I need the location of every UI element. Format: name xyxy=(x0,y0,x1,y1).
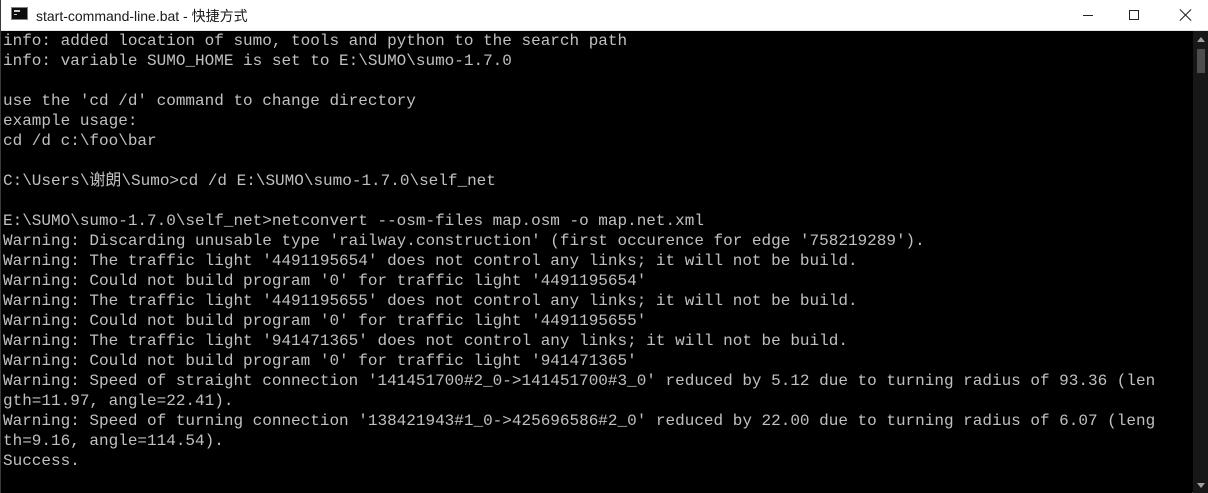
console-line: th=9.16, angle=114.54). xyxy=(3,432,224,450)
console-line: Warning: The traffic light '4491195655' … xyxy=(3,292,858,310)
console-window: start-command-line.bat - 快捷方式 info: adde… xyxy=(0,0,1208,493)
console-line: gth=11.97, angle=22.41). xyxy=(3,392,234,410)
console-line: Warning: Speed of straight connection '1… xyxy=(3,372,1156,390)
close-icon xyxy=(1179,8,1193,22)
arrow-up-icon xyxy=(1197,36,1205,42)
console-line: Success. xyxy=(3,452,80,470)
console-line: cd /d c:\foo\bar xyxy=(3,132,157,150)
scroll-up-button[interactable] xyxy=(1193,31,1208,47)
maximize-button[interactable] xyxy=(1111,0,1157,30)
console-line: use the 'cd /d' command to change direct… xyxy=(3,92,416,110)
console-line: Warning: Could not build program '0' for… xyxy=(3,312,647,330)
minimize-icon xyxy=(1083,14,1093,16)
console-line: Warning: Speed of turning connection '13… xyxy=(3,412,1156,430)
scroll-down-button[interactable] xyxy=(1193,477,1208,493)
console-line: info: variable SUMO_HOME is set to E:\SU… xyxy=(3,52,512,70)
console-line: Warning: Could not build program '0' for… xyxy=(3,352,637,370)
console-line: info: added location of sumo, tools and … xyxy=(3,32,628,50)
console-app-icon[interactable] xyxy=(11,7,28,20)
prompt-glyph xyxy=(14,10,20,12)
vertical-scrollbar[interactable] xyxy=(1193,31,1208,493)
console-output[interactable]: info: added location of sumo, tools and … xyxy=(1,31,1192,493)
close-button[interactable] xyxy=(1163,0,1208,30)
window-title: start-command-line.bat - 快捷方式 xyxy=(36,8,248,24)
console-line: Warning: Could not build program '0' for… xyxy=(3,272,647,290)
title-bar[interactable]: start-command-line.bat - 快捷方式 xyxy=(1,0,1208,31)
console-line: Warning: The traffic light '941471365' d… xyxy=(3,332,848,350)
arrow-down-icon xyxy=(1197,482,1205,488)
console-line: Warning: The traffic light '4491195654' … xyxy=(3,252,858,270)
maximize-icon xyxy=(1129,10,1139,20)
minimize-button[interactable] xyxy=(1065,0,1111,30)
console-line: example usage: xyxy=(3,112,138,130)
console-line: E:\SUMO\sumo-1.7.0\self_net>netconvert -… xyxy=(3,212,704,230)
console-line: C:\Users\谢朗\Sumo>cd /d E:\SUMO\sumo-1.7.… xyxy=(3,172,496,190)
console-line: Warning: Discarding unusable type 'railw… xyxy=(3,232,925,250)
scrollbar-thumb[interactable] xyxy=(1197,49,1205,73)
cursor-glyph xyxy=(14,14,17,15)
